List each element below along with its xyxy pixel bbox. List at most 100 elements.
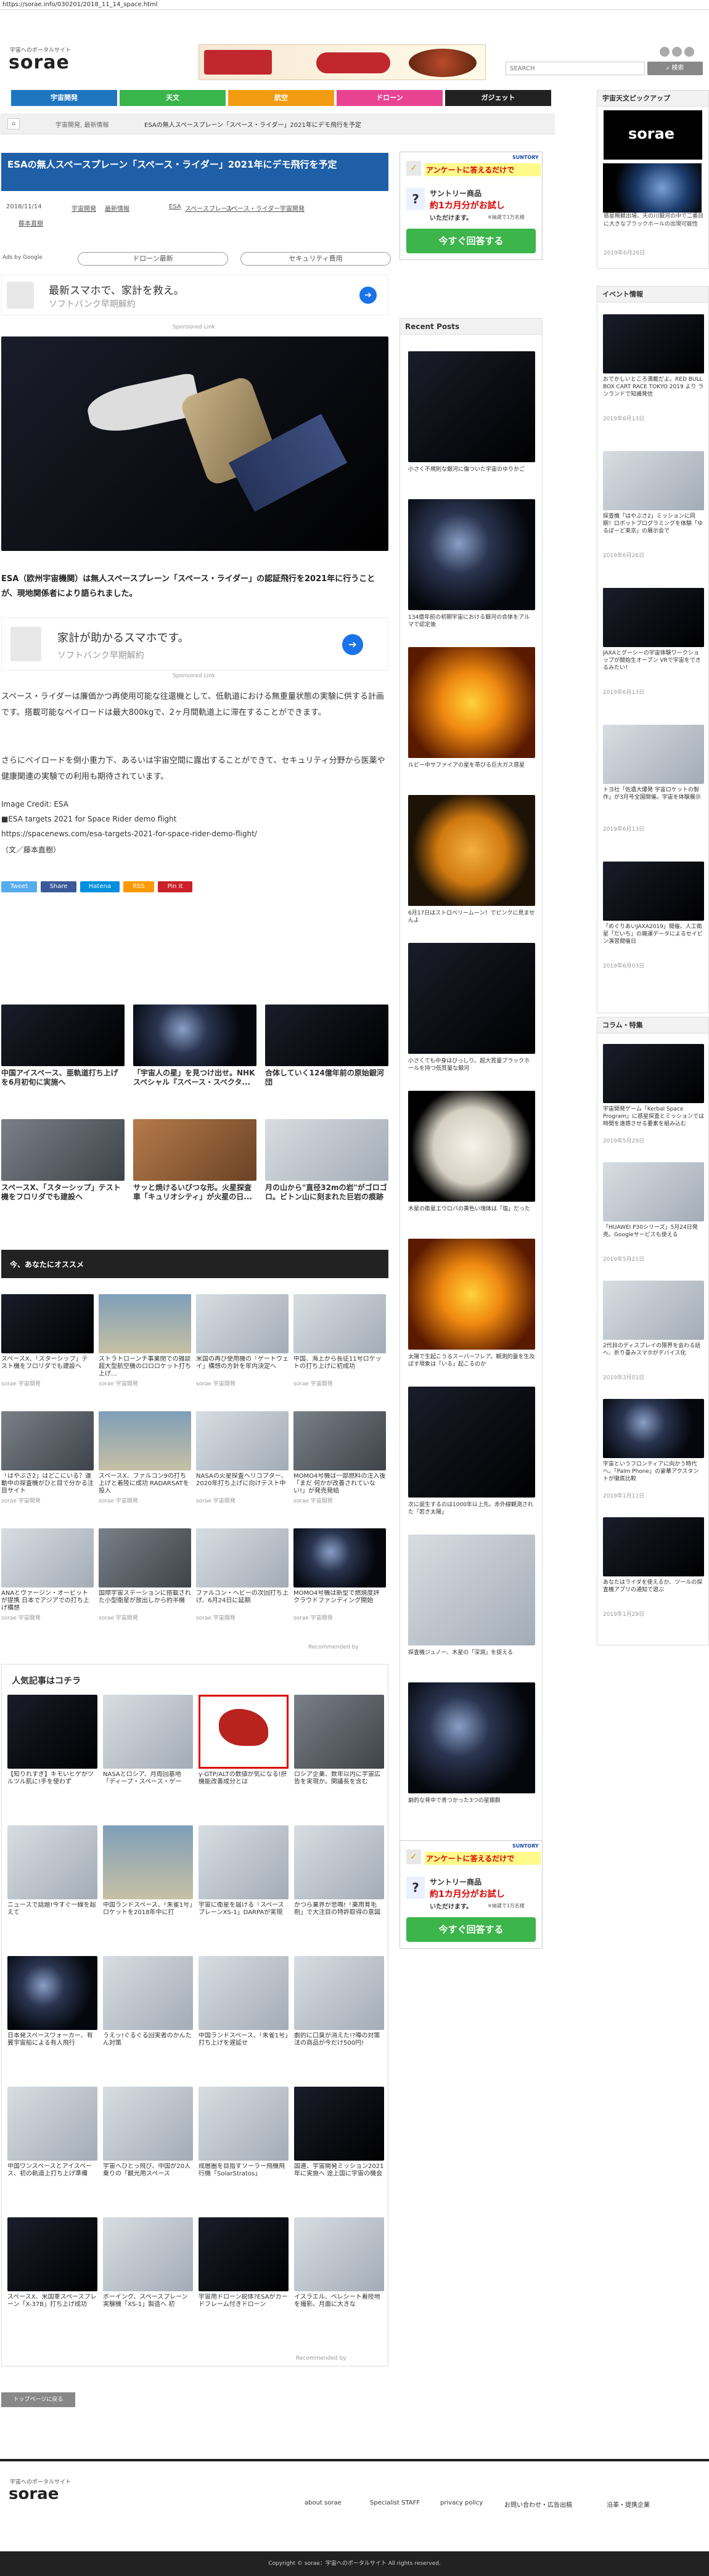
footer-link-contact[interactable]: お問い合わせ・広告出稿 <box>504 2500 572 2509</box>
search-input[interactable] <box>506 62 645 75</box>
popular-card[interactable]: 宇宙へひとっ飛び、中国が20人乗りの「観光用スペース <box>103 2087 193 2187</box>
footer-link-staff[interactable]: Specialist STAFF <box>370 2500 420 2506</box>
popular-card[interactable]: 成層圏を目指すソーラー飛機飛行機「SolarStratos」 <box>199 2087 289 2187</box>
recent-post[interactable]: 木星の衛星エウロパの黄色い塊体は「塩」だった <box>408 1091 535 1221</box>
nav-space-dev[interactable]: 宇宙開発 <box>11 90 117 106</box>
column-item[interactable]: 宇宙というフロンティアに向かう時代へ。「Palm Phone」の豪華アクスタント… <box>603 1399 704 1499</box>
recommend-card[interactable]: MOMO4号機は一部燃料の注入後「まだ 何かが改善されていない!」が発売発給 s… <box>293 1411 386 1504</box>
popular-card[interactable]: ボーイング、スペースプレーン実験機「XS-1」製造へ 初 <box>103 2217 193 2317</box>
tag-5[interactable]: スペース・ライダー <box>226 203 280 213</box>
popular-card[interactable]: 中国ワンスペースとアイスペース、初の軌道上打ち上げ準備 <box>7 2087 97 2187</box>
survey-ad-2[interactable]: SUNTORY ✓ アンケートに答えるだけで ? サントリー商品 約1カ月分がお… <box>400 1840 543 1949</box>
header-banner-ad[interactable] <box>199 44 486 80</box>
search-button[interactable]: ⌕ 検索 <box>647 62 703 75</box>
recent-post[interactable]: 太陽で生起こうるスーパーフレア。観測的量を生及ぼす現象は「いる」起こるのか <box>408 1239 535 1369</box>
recent-post[interactable]: 次に誕生するのは1000年以上先。赤外線観測された「若き太陽」 <box>408 1387 535 1517</box>
popular-card[interactable]: 中国ランドスペース、「朱雀1号」ロケットを2018年中に打 <box>103 1825 193 1925</box>
nav-aviation[interactable]: 航空 <box>228 90 334 106</box>
ad-banner-1[interactable]: 最新スマホで、家計を救え。 ソフトバンク早期解約 ➔ <box>1 275 388 316</box>
popular-card[interactable]: うえッ!ぐるぐる回実者のかんたん対策 <box>103 1956 193 2056</box>
popular-card[interactable]: 【知りれすぎ】キモいヒゲがツルツル肌に!手を使わず <box>7 1695 97 1795</box>
ad-pill-drone[interactable]: ドローン最新 <box>78 252 228 266</box>
tag-3[interactable]: ESA <box>169 203 181 210</box>
site-logo[interactable]: sorae <box>9 52 70 73</box>
recent-post[interactable]: 小さく不規則な銀河に傷ついた宇宙のゆりかご <box>408 351 535 482</box>
article-author[interactable]: 藤本直樹 <box>18 218 43 227</box>
survey-ad[interactable]: SUNTORY ✓ アンケートに答えるだけで ? サントリー商品 約1カ月分がお… <box>400 152 543 260</box>
ads-by-google[interactable]: Ads by Google <box>2 255 43 261</box>
recommend-card[interactable]: ファルコン・ヘビーの次回打ち上げ、6月24日に延期 sorae 宇宙開発 <box>196 1528 289 1621</box>
nav-astronomy[interactable]: 天文 <box>120 90 226 106</box>
popular-card[interactable]: γ-GTP/ALTの数値が気になる!肝機能改善成分とは <box>199 1695 289 1795</box>
pinit-button[interactable]: Pin it <box>158 881 192 892</box>
event-item[interactable]: JAXAとグーシーの宇宙体験ワークショップが開始生オープン VRで宇宙をできるみ… <box>603 588 704 696</box>
tweet-button[interactable]: Tweet <box>1 881 37 892</box>
related-card[interactable]: 月の山から"直径32mの岩"がゴロゴロ。ビトン山に刻まれた巨岩の痕跡 <box>265 1119 388 1211</box>
column-item[interactable]: あなたはライダを使えるか、ツールの探査機アプリの通知で遊ぶ 2019年1月29日 <box>603 1517 704 1618</box>
popular-card[interactable]: 宇宙に衛星を届ける「スペースプレーンXS-1」DARPAが実現 <box>199 1825 289 1925</box>
facebook-share-button[interactable]: Share <box>41 881 76 892</box>
recent-post[interactable]: 134億年前の初期宇宙における銀河の合体をアルマで認定後 <box>408 499 535 630</box>
popular-card[interactable]: かつら業界が悲鳴!「薬用育毛剤」で大注目の特許取得の意図 <box>294 1825 384 1925</box>
popular-card[interactable]: 日本発スペースワォーカー、有翼宇宙船による有人飛行 <box>7 1956 97 2056</box>
related-card[interactable]: 合体していく124億年前の原始銀河団 <box>265 1005 388 1096</box>
source-link[interactable]: https://spacenews.com/esa-targets-2021-f… <box>1 829 257 838</box>
ad-pill-security[interactable]: セキュリティ費用 <box>240 252 391 266</box>
popular-card[interactable]: イスラエル、ベレシート着陸地を撮影。月面に大きな <box>294 2217 384 2317</box>
related-card[interactable]: スペースX、「スターシップ」テスト機をフロリダでも建設へ <box>1 1119 125 1211</box>
recommend-card[interactable]: スペースX、ファルコン9の打ち上げと着陸に成功 RADARSATを投入 sora… <box>99 1411 191 1504</box>
footer-logo[interactable]: sorae <box>9 2485 59 2503</box>
footer-link-about[interactable]: about sorae <box>305 2500 342 2506</box>
survey-answer-button[interactable]: 今すぐ回答する <box>406 229 536 253</box>
popular-card[interactable]: 劇的に口臭が消えた!?噂の対策法の商品が今だけ500円! <box>294 1956 384 2056</box>
popular-card[interactable]: スペースX、米国軍スペースプレーン「X-37B」打ち上げ成功 <box>7 2217 97 2317</box>
related-card[interactable]: 中国アイスペース、亜軌道打ち上げを6月初旬に実施へ <box>1 1005 125 1096</box>
tag-1[interactable]: 宇宙開発 <box>72 203 96 213</box>
related-card[interactable]: 「宇宙人の星」を見つけ出せ。NHKスペシャル『スペース・スペクタ... <box>133 1005 256 1096</box>
popular-card[interactable]: ニュースで話題!今すぐ一線を超えて <box>7 1825 97 1925</box>
popular-card[interactable]: 宇宙用ドローン鋭体?ESAがカードフレーム付きドローン <box>199 2217 289 2317</box>
recommend-card[interactable]: MOMO4号機は新型で燃焼度評 クラウドファンディング開始 sorae 宇宙開発 <box>293 1528 386 1621</box>
pickup-image[interactable] <box>603 163 702 213</box>
recent-post[interactable]: ルビー中サファイアの星を帯びる巨大ガス惑星 <box>408 647 535 778</box>
pickup-banner[interactable]: sorae <box>604 110 702 160</box>
footer-link-partners[interactable]: 沿革・提携企業 <box>607 2500 650 2509</box>
facebook-icon[interactable] <box>672 47 682 57</box>
tag-6[interactable]: 宇宙開発 <box>280 203 305 213</box>
recommend-card[interactable]: スペースX、「スターシップ」テスト機をフロリダでも建設へ sorae 宇宙開発 <box>1 1294 94 1387</box>
recommend-card[interactable]: 「はやぶさ2」はどこにいる？運動中の探査機がひと目で分かる注目サイト sorae… <box>1 1411 94 1504</box>
ad-banner-2[interactable]: 家計が助かるスマホです。 ソフトバンク早期解約 ➔ <box>1 618 388 670</box>
event-item[interactable]: 探査機「はやぶさ2」ミッションに同期！ロボットプログラミングを体験「ゆるぼーど束… <box>603 451 704 559</box>
popular-card[interactable]: 中国ランドスペース、「朱雀1号」打ち上げを遅延せ <box>199 1956 289 2056</box>
recommend-card[interactable]: NASAの火星探査ヘリコプター、2020年打ち上げに向けテスト中 sorae 宇… <box>196 1411 289 1504</box>
recommend-card[interactable]: 米国の再び使用機の「ゲートウェイ」構想の方針を年内決定へ sorae 宇宙開発 <box>196 1294 289 1387</box>
nav-drone[interactable]: ドローン <box>337 90 443 106</box>
column-item[interactable]: 2代目のディスプレイの限界を会わる話へ、折り畳みスマホがデバイス化 2019年3… <box>603 1281 704 1381</box>
hatena-button[interactable]: Hatena <box>80 881 120 892</box>
event-item[interactable]: トヨ社「佐遺大爆発 宇宙ロケットの製作」が3月号全国開催。宇宙を体験展示 201… <box>603 725 704 833</box>
survey2-answer-button[interactable]: 今すぐ回答する <box>406 1917 536 1942</box>
event-item[interactable]: 「めぐりあいJAXA2019」開催。人工衛星「だいち」の廃運データによるセイビン… <box>603 862 704 969</box>
recent-post[interactable]: 小さくても中身はびっしり。超大質量ブラックホールを持つ低質量な銀河 <box>408 943 535 1074</box>
recent-post[interactable]: 6月17日はストロベリームーン！でピンクに見ませんよ <box>408 795 535 926</box>
nav-gadget[interactable]: ガジェット <box>445 90 551 106</box>
recent-post[interactable]: 探査機ジュノー、木星の「深淵」を捉える <box>408 1535 535 1665</box>
to-top-button[interactable]: トップページに戻る <box>1 2392 75 2407</box>
recommend-card[interactable]: ANAとヴァージン・オービットが提携 日本でアジアでの打ち上げ構想 sorae … <box>1 1528 94 1621</box>
recommend-card[interactable]: 国際宇宙ステーションに搭載された小型衛星が放出しから約半機 sorae 宇宙開発 <box>99 1528 191 1621</box>
tag-2[interactable]: 最新情報 <box>105 203 129 213</box>
recent-post[interactable]: 劇的な背中で青つかった3つの星銀群 <box>408 1682 535 1813</box>
breadcrumb-category[interactable]: 宇宙開発, 最新情報 <box>55 120 109 129</box>
related-card[interactable]: サッと焼けるいびつな形。火星探査車「キュリオシティ」が火星の日... <box>133 1119 256 1211</box>
popular-card[interactable]: 国連、宇宙開発ミッション2021年に実施へ 途上国に宇宙の機会 <box>294 2087 384 2187</box>
rss-icon[interactable] <box>684 47 694 57</box>
popular-card[interactable]: NASAとロシア、月周回基地「ディープ・スペース・ゲー <box>103 1695 193 1795</box>
recommend-card[interactable]: ストラトローンチ事業閉での雑談 超大型航空機のロロロケット打ち上げ... sor… <box>99 1294 191 1387</box>
home-icon[interactable]: ⌂ <box>7 118 20 129</box>
event-item[interactable]: おでかしいところ満載だよ。RED BULL BOX CART RACE TOKY… <box>603 314 704 422</box>
column-item[interactable]: 「HUAWEI P30シリーズ」5月24日発売。Googleサービスも使える 2… <box>603 1162 704 1263</box>
rss-button[interactable]: RSS <box>123 881 154 892</box>
recommend-card[interactable]: 中国、海上から長征11号ロケットの打ち上げに初成功 sorae 宇宙開発 <box>293 1294 386 1387</box>
popular-card[interactable]: ロシア企業、数年以内に宇宙広告を実現か。関議長を含む <box>294 1695 384 1795</box>
footer-link-privacy[interactable]: privacy policy <box>440 2500 483 2506</box>
